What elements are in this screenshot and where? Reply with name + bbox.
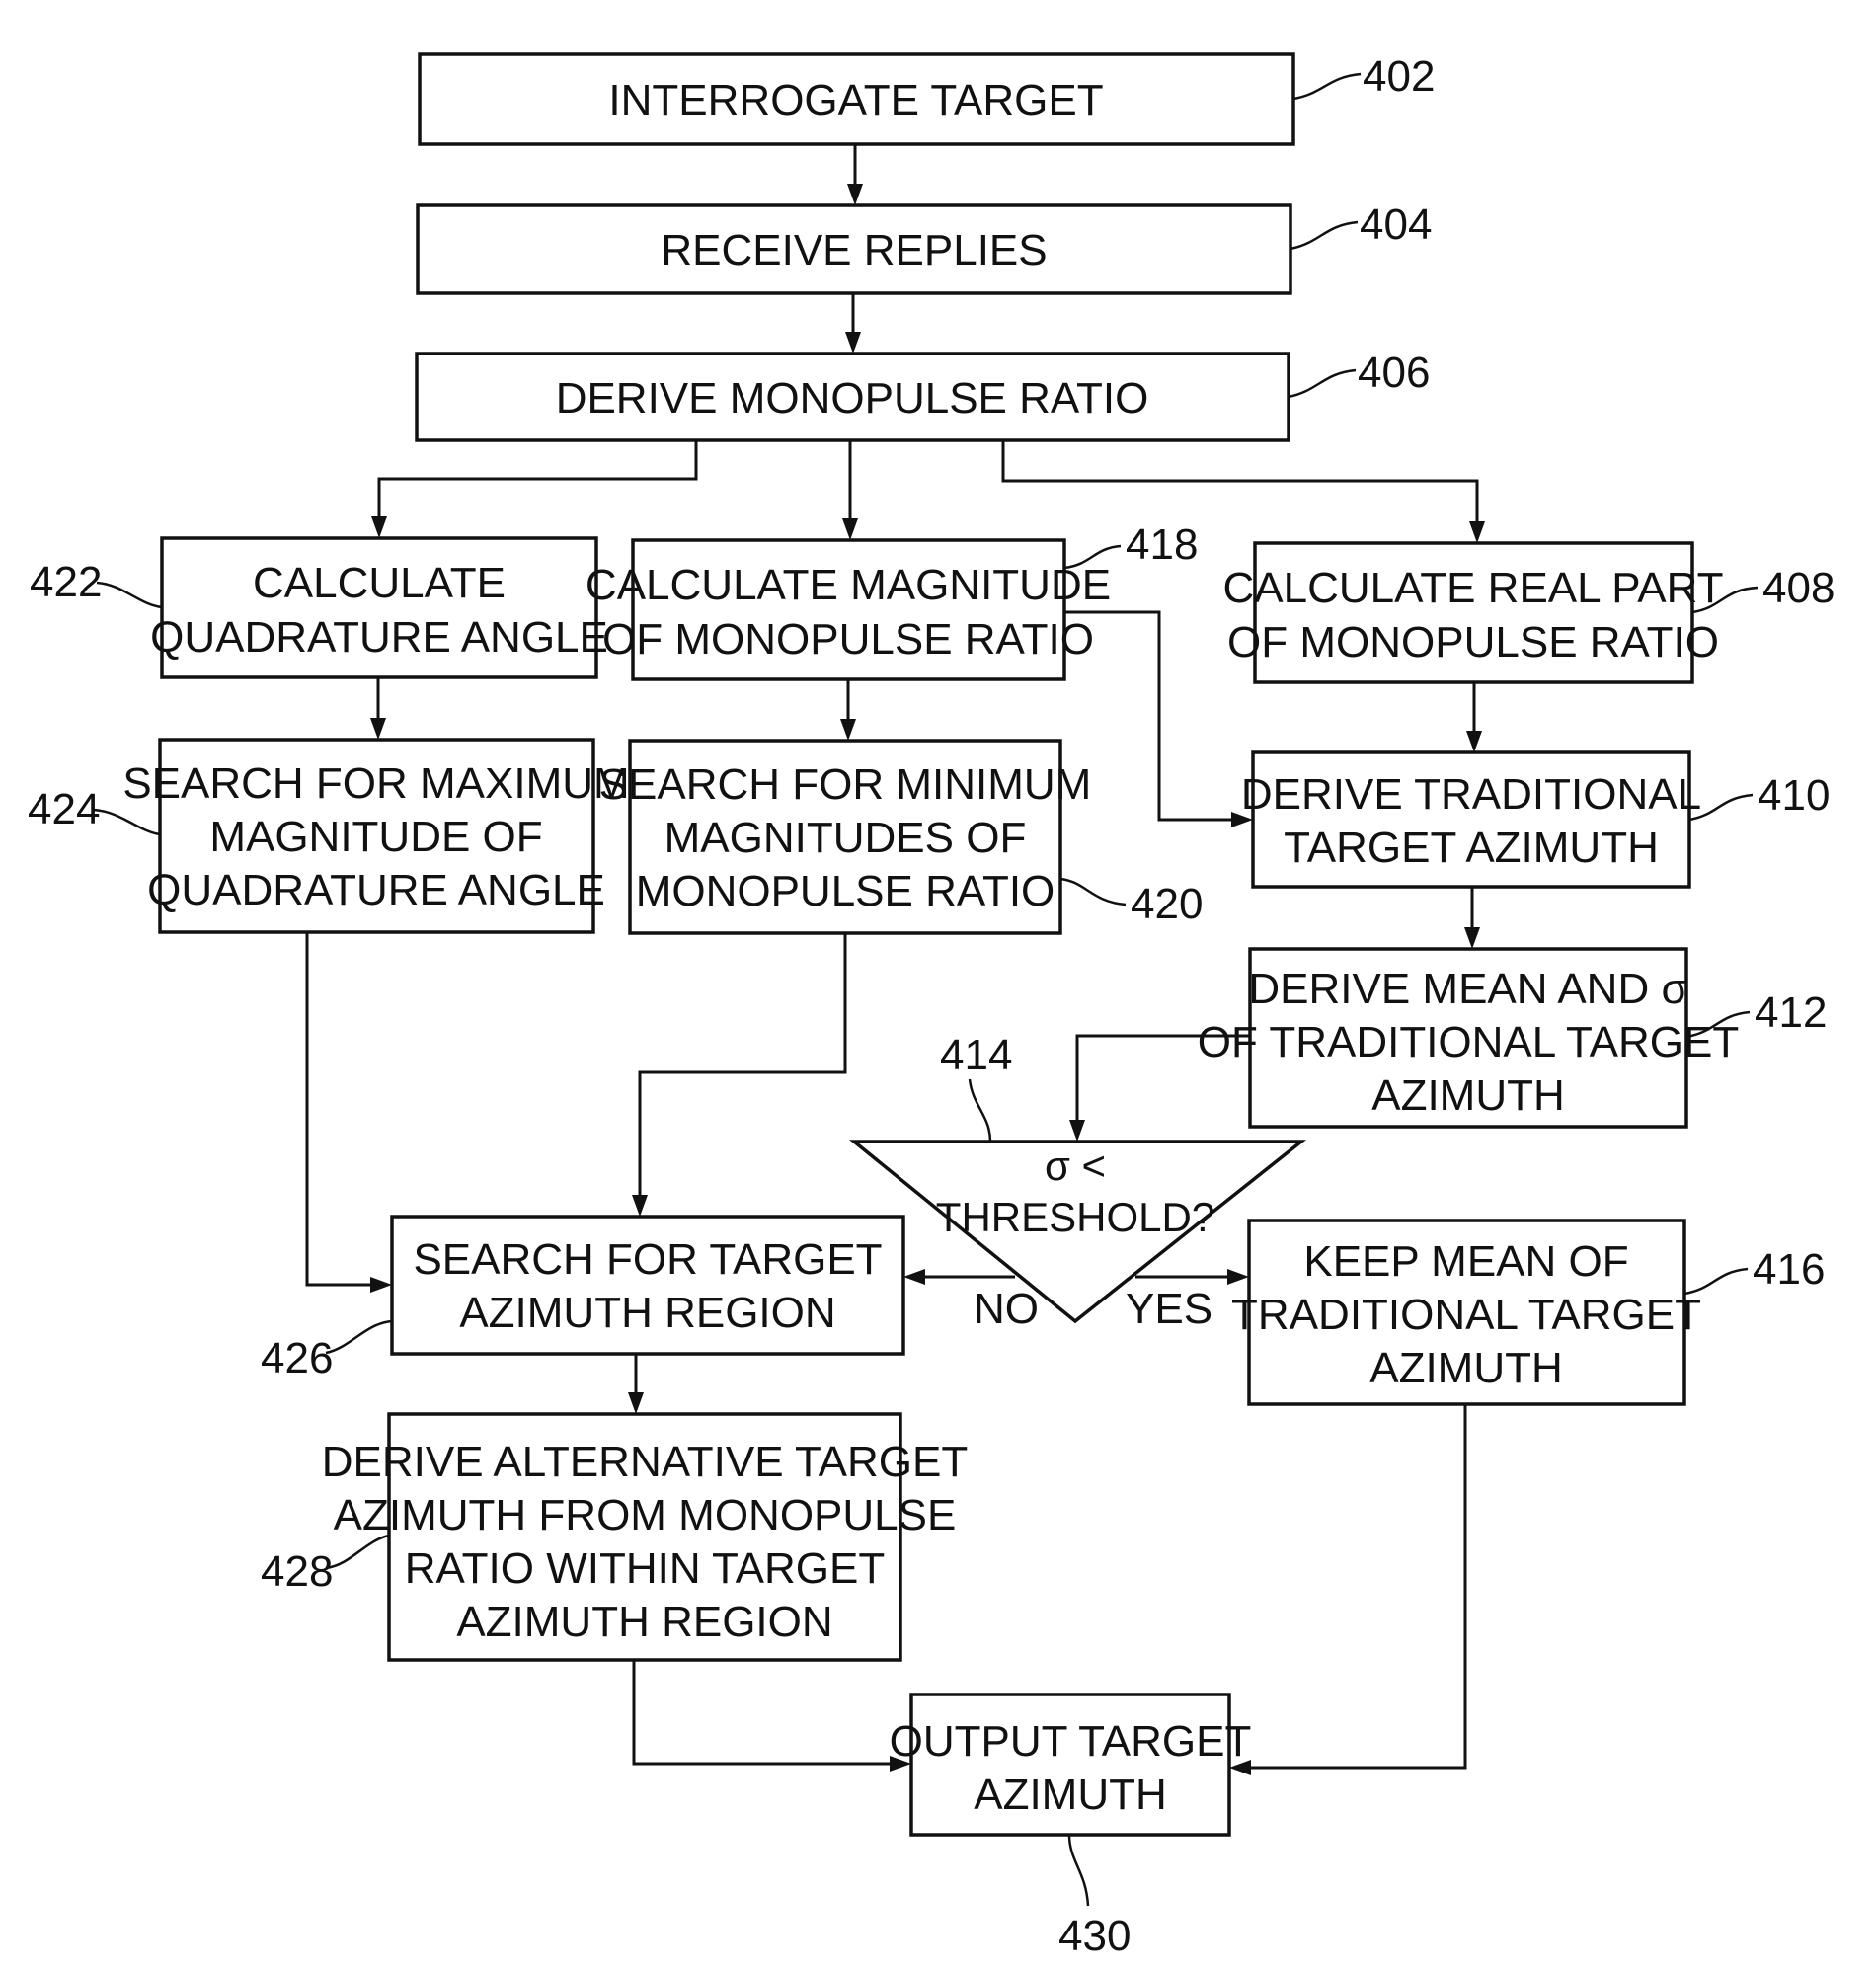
step-422: CALCULATE QUADRATURE ANGLE bbox=[150, 536, 608, 679]
ref-412: 412 bbox=[1755, 988, 1827, 1037]
step-418: CALCULATE MAGNITUDE OF MONOPULSE RATIO bbox=[586, 538, 1111, 681]
step-424-text-line-3: QUADRATURE ANGLE bbox=[147, 866, 605, 914]
arrowhead-icon bbox=[842, 518, 858, 540]
step-402: INTERROGATE TARGET bbox=[418, 52, 1295, 146]
step-418-text-line-2: OF MONOPULSE RATIO bbox=[602, 615, 1094, 664]
step-408: CALCULATE REAL PART OF MONOPULSE RATIO bbox=[1223, 541, 1724, 684]
decision-414-no-label: NO bbox=[974, 1285, 1039, 1333]
connector-428-430 bbox=[632, 1660, 899, 1766]
ref-416: 416 bbox=[1753, 1245, 1825, 1294]
step-424-text-line-1: SEARCH FOR MAXIMUM bbox=[122, 759, 629, 808]
step-428-text-line-3: RATIO WITHIN TARGET bbox=[405, 1544, 885, 1593]
leader-430 bbox=[1067, 1834, 1090, 1907]
step-418-text-line-1: CALCULATE MAGNITUDE bbox=[586, 561, 1111, 609]
step-430: OUTPUT TARGET AZIMUTH bbox=[890, 1693, 1252, 1837]
step-410-text-line-1: DERIVE TRADITIONAL bbox=[1241, 770, 1701, 819]
arrowhead-icon bbox=[1466, 731, 1482, 752]
step-412: DERIVE MEAN AND σ OF TRADITIONAL TARGET … bbox=[1198, 947, 1739, 1129]
step-406: DERIVE MONOPULSE RATIO bbox=[415, 352, 1290, 442]
step-420: SEARCH FOR MINIMUM MAGNITUDES OF MONOPUL… bbox=[599, 739, 1092, 935]
leader-422 bbox=[96, 581, 163, 609]
step-412-text-line-1: DERIVE MEAN AND σ bbox=[1248, 965, 1687, 1013]
step-412-text-line-2: OF TRADITIONAL TARGET bbox=[1198, 1018, 1739, 1066]
step-416-text-line-2: TRADITIONAL TARGET bbox=[1231, 1291, 1701, 1339]
leader-402 bbox=[1292, 72, 1362, 101]
ref-406: 406 bbox=[1358, 349, 1430, 397]
decision-414-text-line-2: THRESHOLD? bbox=[936, 1194, 1214, 1240]
step-416: KEEP MEAN OF TRADITIONAL TARGET AZIMUTH bbox=[1231, 1219, 1701, 1406]
step-428-text-line-4: AZIMUTH REGION bbox=[456, 1598, 832, 1646]
step-430-text-line-2: AZIMUTH bbox=[974, 1771, 1167, 1819]
step-402-text: INTERROGATE TARGET bbox=[608, 76, 1103, 124]
arrowhead-icon bbox=[632, 1195, 648, 1217]
step-420-text-line-1: SEARCH FOR MINIMUM bbox=[599, 760, 1092, 809]
leader-428 bbox=[325, 1534, 390, 1570]
arrowhead-icon bbox=[370, 718, 386, 740]
ref-424: 424 bbox=[28, 785, 100, 833]
arrowhead-icon bbox=[1469, 521, 1485, 543]
leader-404 bbox=[1290, 220, 1359, 251]
step-408-text-line-2: OF MONOPULSE RATIO bbox=[1227, 618, 1719, 667]
step-412-text-line-3: AZIMUTH bbox=[1371, 1071, 1565, 1120]
arrowhead-icon bbox=[1227, 1269, 1249, 1285]
connector-420-426 bbox=[638, 933, 847, 1204]
arrowhead-icon bbox=[1464, 927, 1480, 949]
arrowhead-icon bbox=[628, 1392, 644, 1414]
ref-404: 404 bbox=[1360, 200, 1432, 249]
step-428-text-line-2: AZIMUTH FROM MONOPULSE bbox=[334, 1491, 957, 1539]
step-426: SEARCH FOR TARGET AZIMUTH REGION bbox=[390, 1215, 905, 1356]
ref-414: 414 bbox=[940, 1031, 1012, 1079]
step-422-text-line-1: CALCULATE bbox=[253, 559, 506, 607]
arrowhead-icon bbox=[845, 332, 861, 354]
ref-408: 408 bbox=[1762, 564, 1835, 612]
leader-420 bbox=[1059, 877, 1127, 906]
step-424: SEARCH FOR MAXIMUM MAGNITUDE OF QUADRATU… bbox=[122, 738, 630, 934]
ref-420: 420 bbox=[1131, 880, 1203, 928]
step-410: DERIVE TRADITIONAL TARGET AZIMUTH bbox=[1241, 750, 1701, 889]
step-420-text-line-3: MONOPULSE RATIO bbox=[636, 867, 1055, 915]
ref-426: 426 bbox=[261, 1334, 333, 1382]
step-420-text-line-2: MAGNITUDES OF bbox=[664, 814, 1027, 862]
ref-428: 428 bbox=[261, 1547, 333, 1596]
ref-430: 430 bbox=[1058, 1912, 1131, 1960]
step-408-text-line-1: CALCULATE REAL PART bbox=[1223, 564, 1724, 612]
step-416-text-line-1: KEEP MEAN OF bbox=[1303, 1237, 1628, 1286]
leader-424 bbox=[93, 808, 161, 836]
leader-406 bbox=[1288, 368, 1357, 399]
decision-414-yes-label: YES bbox=[1126, 1285, 1212, 1333]
arrowhead-icon bbox=[371, 516, 387, 538]
connector-424-426 bbox=[305, 932, 379, 1287]
arrowhead-icon bbox=[840, 719, 856, 741]
step-422-text-line-2: QUADRATURE ANGLE bbox=[150, 613, 608, 662]
step-424-text-line-2: MAGNITUDE OF bbox=[209, 813, 542, 861]
step-428: DERIVE ALTERNATIVE TARGET AZIMUTH FROM M… bbox=[322, 1412, 968, 1662]
step-428-text-line-1: DERIVE ALTERNATIVE TARGET bbox=[322, 1438, 968, 1486]
decision-414-text-line-1: σ < bbox=[1045, 1143, 1106, 1189]
step-406-text: DERIVE MONOPULSE RATIO bbox=[556, 374, 1149, 423]
arrowhead-icon bbox=[903, 1269, 925, 1285]
step-426-text-line-2: AZIMUTH REGION bbox=[459, 1289, 835, 1337]
arrowhead-icon bbox=[1069, 1120, 1085, 1142]
step-404-text: RECEIVE REPLIES bbox=[661, 226, 1047, 275]
connector-406-408 bbox=[1001, 440, 1479, 530]
step-410-text-line-2: TARGET AZIMUTH bbox=[1284, 824, 1659, 872]
step-430-text-line-1: OUTPUT TARGET bbox=[890, 1717, 1252, 1766]
ref-422: 422 bbox=[30, 558, 102, 606]
ref-402: 402 bbox=[1363, 52, 1435, 101]
arrowhead-icon bbox=[370, 1277, 392, 1293]
connector-416-430 bbox=[1242, 1404, 1467, 1770]
arrowhead-icon bbox=[847, 184, 863, 205]
ref-410: 410 bbox=[1758, 771, 1830, 820]
flowchart: INTERROGATE TARGET RECEIVE REPLIES DERIV… bbox=[28, 52, 1835, 1960]
leader-426 bbox=[325, 1319, 393, 1355]
step-426-text-line-1: SEARCH FOR TARGET bbox=[413, 1235, 882, 1284]
connector-406-422 bbox=[377, 440, 698, 525]
step-416-text-line-3: AZIMUTH bbox=[1369, 1344, 1563, 1392]
leader-414 bbox=[968, 1078, 992, 1143]
step-404: RECEIVE REPLIES bbox=[416, 203, 1292, 295]
ref-418: 418 bbox=[1126, 520, 1198, 569]
